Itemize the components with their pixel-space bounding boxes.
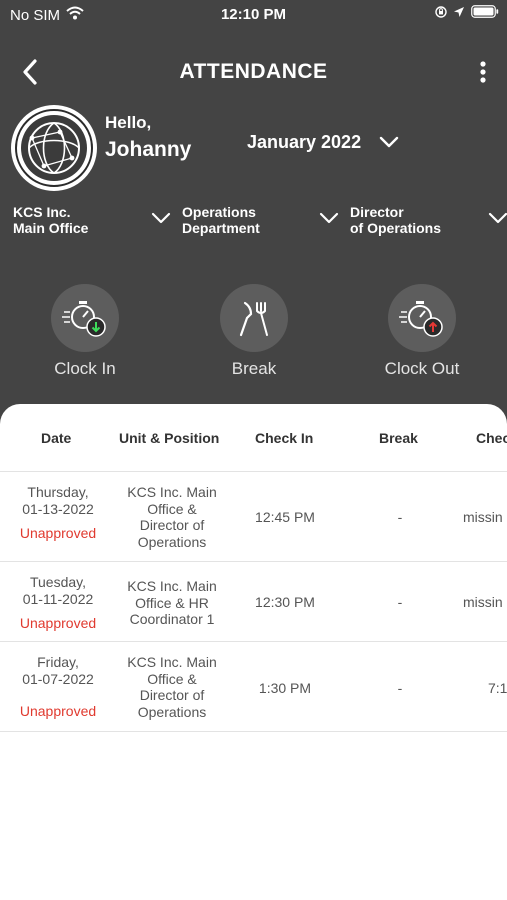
column-header-break: Break: [379, 430, 418, 446]
unit-line: Office &: [147, 670, 197, 687]
check-out-cell: 7:1: [488, 680, 507, 696]
unit-line: KCS Inc. Main: [127, 484, 217, 500]
month-label: January 2022: [247, 131, 362, 152]
status-badge: Unapproved: [19, 525, 97, 541]
position-dropdown-line2: of Operations: [350, 220, 442, 236]
date-label: 01-11-2022: [22, 590, 94, 607]
date-label: 01-13-2022: [22, 500, 94, 517]
date-cell: Thursday, 01-13-2022 Unapproved: [8, 484, 108, 542]
chevron-down-icon: [379, 136, 399, 148]
department-dropdown[interactable]: Operations Department: [182, 204, 342, 240]
check-in-cell: 12:45 PM: [255, 509, 315, 525]
table-row[interactable]: Thursday, 01-13-2022 Unapproved KCS Inc.…: [0, 472, 507, 562]
chevron-down-icon: [151, 212, 171, 224]
attendance-card: Date Unit & Position Check In Break Chec…: [0, 404, 507, 900]
position-dropdown[interactable]: Director of Operations: [350, 204, 507, 240]
check-in-cell: 1:30 PM: [258, 680, 312, 696]
unit-line: KCS Inc. Main: [127, 654, 217, 670]
header-panel: No SIM 12:10 PM ATTENDANCE Hello, Johann…: [0, 0, 507, 440]
unit-dropdown[interactable]: KCS Inc. Main Office: [13, 204, 173, 240]
date-cell: Friday, 01-07-2022 Unapproved: [8, 654, 108, 720]
avatar[interactable]: [11, 105, 97, 191]
date-cell: Tuesday, 01-11-2022 Unapproved: [8, 574, 108, 632]
check-out-cell: missin: [463, 509, 503, 525]
globe-logo-icon: [15, 109, 93, 187]
greeting-label: Hello,: [105, 113, 152, 132]
stopwatch-out-icon: [399, 301, 443, 337]
unit-line: KCS Inc. Main: [127, 578, 217, 594]
orientation-lock-icon: [435, 5, 447, 23]
column-header-date: Date: [41, 430, 72, 446]
date-label: 01-07-2022: [22, 670, 94, 687]
unit-position-cell: KCS Inc. Main Office & Director of Opera…: [112, 654, 232, 720]
department-dropdown-line2: Department: [182, 220, 260, 236]
unit-position-cell: KCS Inc. Main Office & HR Coordinator 1: [112, 578, 232, 628]
unit-line: Office &: [147, 500, 197, 517]
day-label: Tuesday,: [29, 574, 87, 590]
more-vertical-icon: [480, 61, 486, 83]
clock-in-label: Clock In: [54, 359, 116, 378]
break-button[interactable]: Break: [184, 284, 324, 379]
fork-knife-icon: [239, 301, 268, 337]
clock-out-button[interactable]: Clock Out: [352, 284, 492, 379]
battery-icon: [471, 5, 499, 23]
position-dropdown-line1: Director: [350, 204, 404, 220]
user-name: Johanny: [105, 138, 192, 161]
check-in-cell: 12:30 PM: [255, 594, 315, 610]
check-out-cell: missin: [463, 594, 503, 610]
unit-line: Director of: [139, 687, 205, 703]
break-label: Break: [231, 359, 277, 378]
chevron-down-icon: [319, 212, 339, 224]
break-cell: -: [397, 680, 403, 696]
unit-line: Operations: [137, 703, 207, 720]
department-dropdown-line1: Operations: [182, 204, 256, 220]
page-title: ATTENDANCE: [179, 60, 328, 83]
chevron-down-icon: [488, 212, 507, 224]
position-dropdown-label: Director of Operations: [350, 204, 507, 236]
status-right: [435, 5, 499, 23]
unit-dropdown-label: KCS Inc. Main Office: [13, 204, 173, 236]
month-selector[interactable]: January 2022: [247, 128, 399, 156]
status-bar: No SIM 12:10 PM: [0, 0, 507, 28]
table-row[interactable]: Friday, 01-07-2022 Unapproved KCS Inc. M…: [0, 642, 507, 732]
unit-line: Office & HR: [135, 594, 209, 611]
stopwatch-in-icon: [62, 301, 106, 337]
break-cell: -: [397, 594, 403, 610]
unit-dropdown-line1: KCS Inc.: [13, 204, 71, 220]
status-badge: Unapproved: [19, 703, 97, 719]
nav-bar: ATTENDANCE: [0, 50, 507, 94]
unit-position-cell: KCS Inc. Main Office & Director of Opera…: [112, 484, 232, 550]
table-row[interactable]: Tuesday, 01-11-2022 Unapproved KCS Inc. …: [0, 562, 507, 642]
unit-dropdown-line2: Main Office: [13, 220, 89, 236]
unit-line: Operations: [137, 533, 207, 550]
column-header-unit-position: Unit & Position: [119, 430, 220, 446]
status-time: 12:10 PM: [220, 6, 287, 23]
unit-line: Director of: [139, 517, 205, 533]
clock-in-button[interactable]: Clock In: [15, 284, 155, 379]
column-header-check-out: Chec: [476, 430, 507, 446]
break-cell: -: [397, 509, 403, 525]
status-badge: Unapproved: [19, 615, 97, 631]
day-label: Thursday,: [27, 484, 89, 500]
clock-out-circle: [388, 284, 456, 352]
day-label: Friday,: [37, 654, 79, 670]
more-options-button[interactable]: [473, 58, 493, 86]
unit-line: Coordinator 1: [129, 611, 215, 627]
break-circle: [220, 284, 288, 352]
location-arrow-icon: [453, 5, 465, 23]
clock-in-circle: [51, 284, 119, 352]
column-header-check-in: Check In: [255, 430, 314, 446]
clock-out-label: Clock Out: [384, 359, 460, 378]
table-header: Date Unit & Position Check In Break Chec: [0, 404, 507, 472]
department-dropdown-label: Operations Department: [182, 204, 342, 236]
